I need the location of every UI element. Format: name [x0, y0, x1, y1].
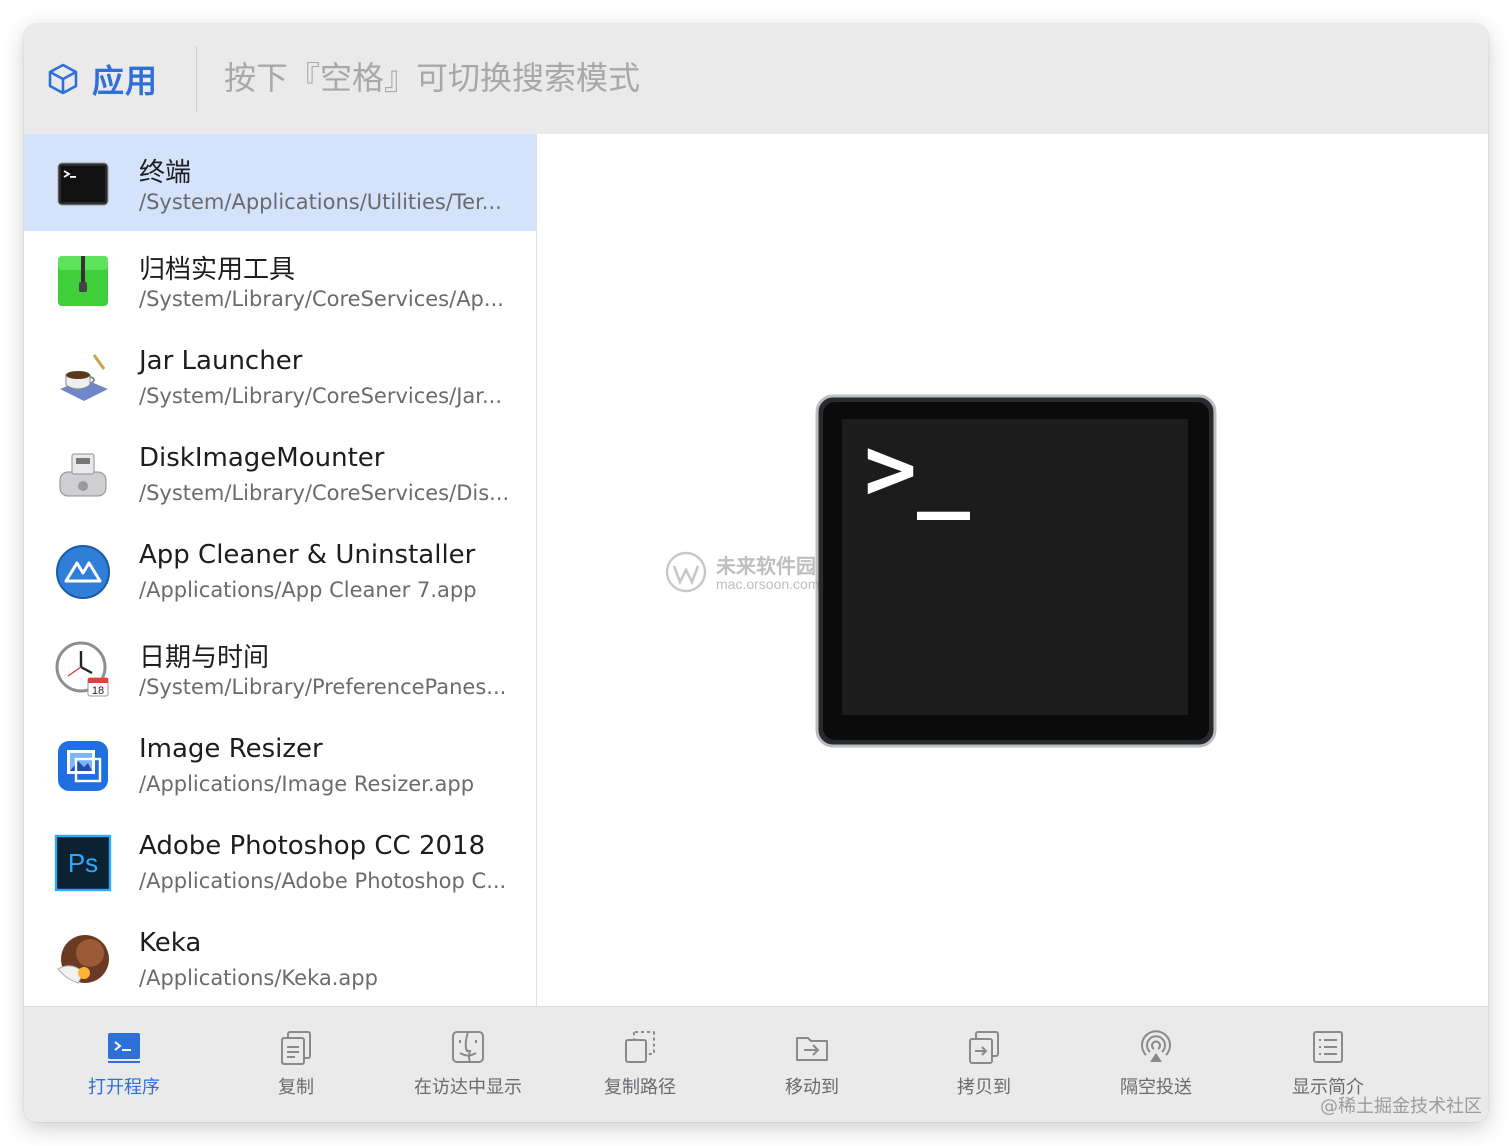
list-item[interactable]: Jar Launcher /System/Library/CoreService…	[24, 328, 537, 425]
item-path: /Applications/App Cleaner 7.app	[139, 578, 477, 602]
item-path: /System/Library/CoreServices/Ap...	[139, 287, 504, 311]
action-toolbar: 打开程序 复制 在访达中显示 复制路径 移动到 拷贝到 隔空投送 显示简介 @稀…	[24, 1006, 1488, 1122]
copy-to-button[interactable]: 拷贝到	[909, 1029, 1059, 1109]
watermark-title: 未来软件园	[716, 554, 816, 578]
airdrop-icon	[1141, 1030, 1171, 1062]
list-item[interactable]: 终端 /System/Applications/Utilities/Ter...	[24, 134, 537, 231]
action-label: 在访达中显示	[414, 1077, 522, 1098]
action-label: 复制	[278, 1077, 314, 1098]
cube-icon	[48, 63, 78, 95]
copy-to-icon	[969, 1031, 999, 1064]
item-title: Image Resizer	[139, 734, 323, 764]
finder-icon	[452, 1031, 484, 1063]
item-path: /Applications/Image Resizer.app	[139, 772, 475, 796]
watermark-logo-icon	[665, 551, 707, 593]
svg-text:Ps: Ps	[68, 848, 98, 878]
airdrop-button[interactable]: 隔空投送	[1081, 1029, 1231, 1109]
item-path: /System/Library/PreferencePanes...	[139, 675, 507, 699]
search-input[interactable]	[224, 50, 1124, 106]
item-path: /System/Applications/Utilities/Ter...	[139, 190, 502, 214]
photoshop-icon: Ps	[54, 834, 112, 892]
list-item[interactable]: Ps Adobe Photoshop CC 2018 /Applications…	[24, 813, 537, 910]
list-item[interactable]: Keka /Applications/Keka.app	[24, 910, 537, 1007]
terminal-icon-large: >_	[815, 394, 1217, 748]
list-item[interactable]: 归档实用工具 /System/Library/CoreServices/Ap..…	[24, 231, 537, 328]
action-label: 拷贝到	[957, 1077, 1011, 1098]
terminal-icon	[57, 162, 109, 206]
date-time-icon: 18	[55, 641, 109, 697]
item-title: Jar Launcher	[139, 346, 303, 376]
copy-path-button[interactable]: 复制路径	[565, 1029, 715, 1109]
info-icon	[1313, 1031, 1343, 1063]
open-app-button[interactable]: 打开程序	[49, 1029, 199, 1109]
image-resizer-icon	[58, 741, 108, 791]
svg-text:18: 18	[92, 685, 104, 697]
item-title: Keka	[139, 928, 202, 958]
svg-text:>_: >_	[864, 417, 970, 520]
copy-icon	[281, 1031, 311, 1065]
item-title: 日期与时间	[139, 643, 270, 673]
item-title: App Cleaner & Uninstaller	[139, 540, 476, 570]
search-header: 应用	[24, 24, 1488, 134]
show-in-finder-button[interactable]: 在访达中显示	[393, 1029, 543, 1109]
action-label: 隔空投送	[1120, 1077, 1192, 1098]
header-divider	[196, 46, 197, 112]
preview-pane: >_ 未来软件园 mac.orsoon.com	[538, 134, 1488, 1006]
keka-icon	[57, 935, 109, 984]
app-cleaner-icon	[56, 545, 110, 599]
copy-button[interactable]: 复制	[221, 1029, 371, 1109]
archive-utility-icon	[58, 256, 108, 306]
item-path: /Applications/Keka.app	[139, 966, 378, 990]
list-item[interactable]: Image Resizer /Applications/Image Resize…	[24, 716, 537, 813]
move-to-button[interactable]: 移动到	[737, 1029, 887, 1109]
jar-launcher-icon	[60, 354, 108, 401]
list-item[interactable]: 18 日期与时间 /System/Library/PreferencePanes…	[24, 619, 537, 716]
mode-label: 应用	[92, 62, 159, 100]
credit-watermark: @稀土掘金技术社区	[1320, 1096, 1482, 1117]
open-app-icon	[108, 1033, 140, 1063]
item-title: 终端	[139, 158, 192, 188]
watermark-url: mac.orsoon.com	[716, 576, 820, 592]
item-path: /System/Library/CoreServices/Dis...	[139, 481, 510, 505]
item-title: Adobe Photoshop CC 2018	[139, 831, 486, 861]
item-path: /System/Library/CoreServices/Jar...	[139, 384, 502, 408]
item-title: DiskImageMounter	[139, 443, 385, 473]
search-mode-toggle[interactable]: 应用	[46, 56, 158, 102]
action-label: 打开程序	[88, 1077, 160, 1098]
action-label: 复制路径	[604, 1077, 676, 1098]
list-item[interactable]: DiskImageMounter /System/Library/CoreSer…	[24, 425, 537, 522]
copy-path-icon	[625, 1031, 655, 1063]
results-list: 终端 /System/Applications/Utilities/Ter...…	[24, 134, 537, 1006]
watermark: 未来软件园 mac.orsoon.com	[664, 548, 864, 600]
action-label: 移动到	[785, 1077, 839, 1098]
move-to-icon	[796, 1037, 828, 1061]
list-item[interactable]: App Cleaner & Uninstaller /Applications/…	[24, 522, 537, 619]
item-path: /Applications/Adobe Photoshop C...	[139, 869, 507, 893]
launcher-window: 应用 终端 /System/Applications/Utilities/Ter…	[24, 24, 1488, 1122]
disk-image-mounter-icon	[59, 453, 107, 497]
item-title: 归档实用工具	[139, 255, 296, 285]
